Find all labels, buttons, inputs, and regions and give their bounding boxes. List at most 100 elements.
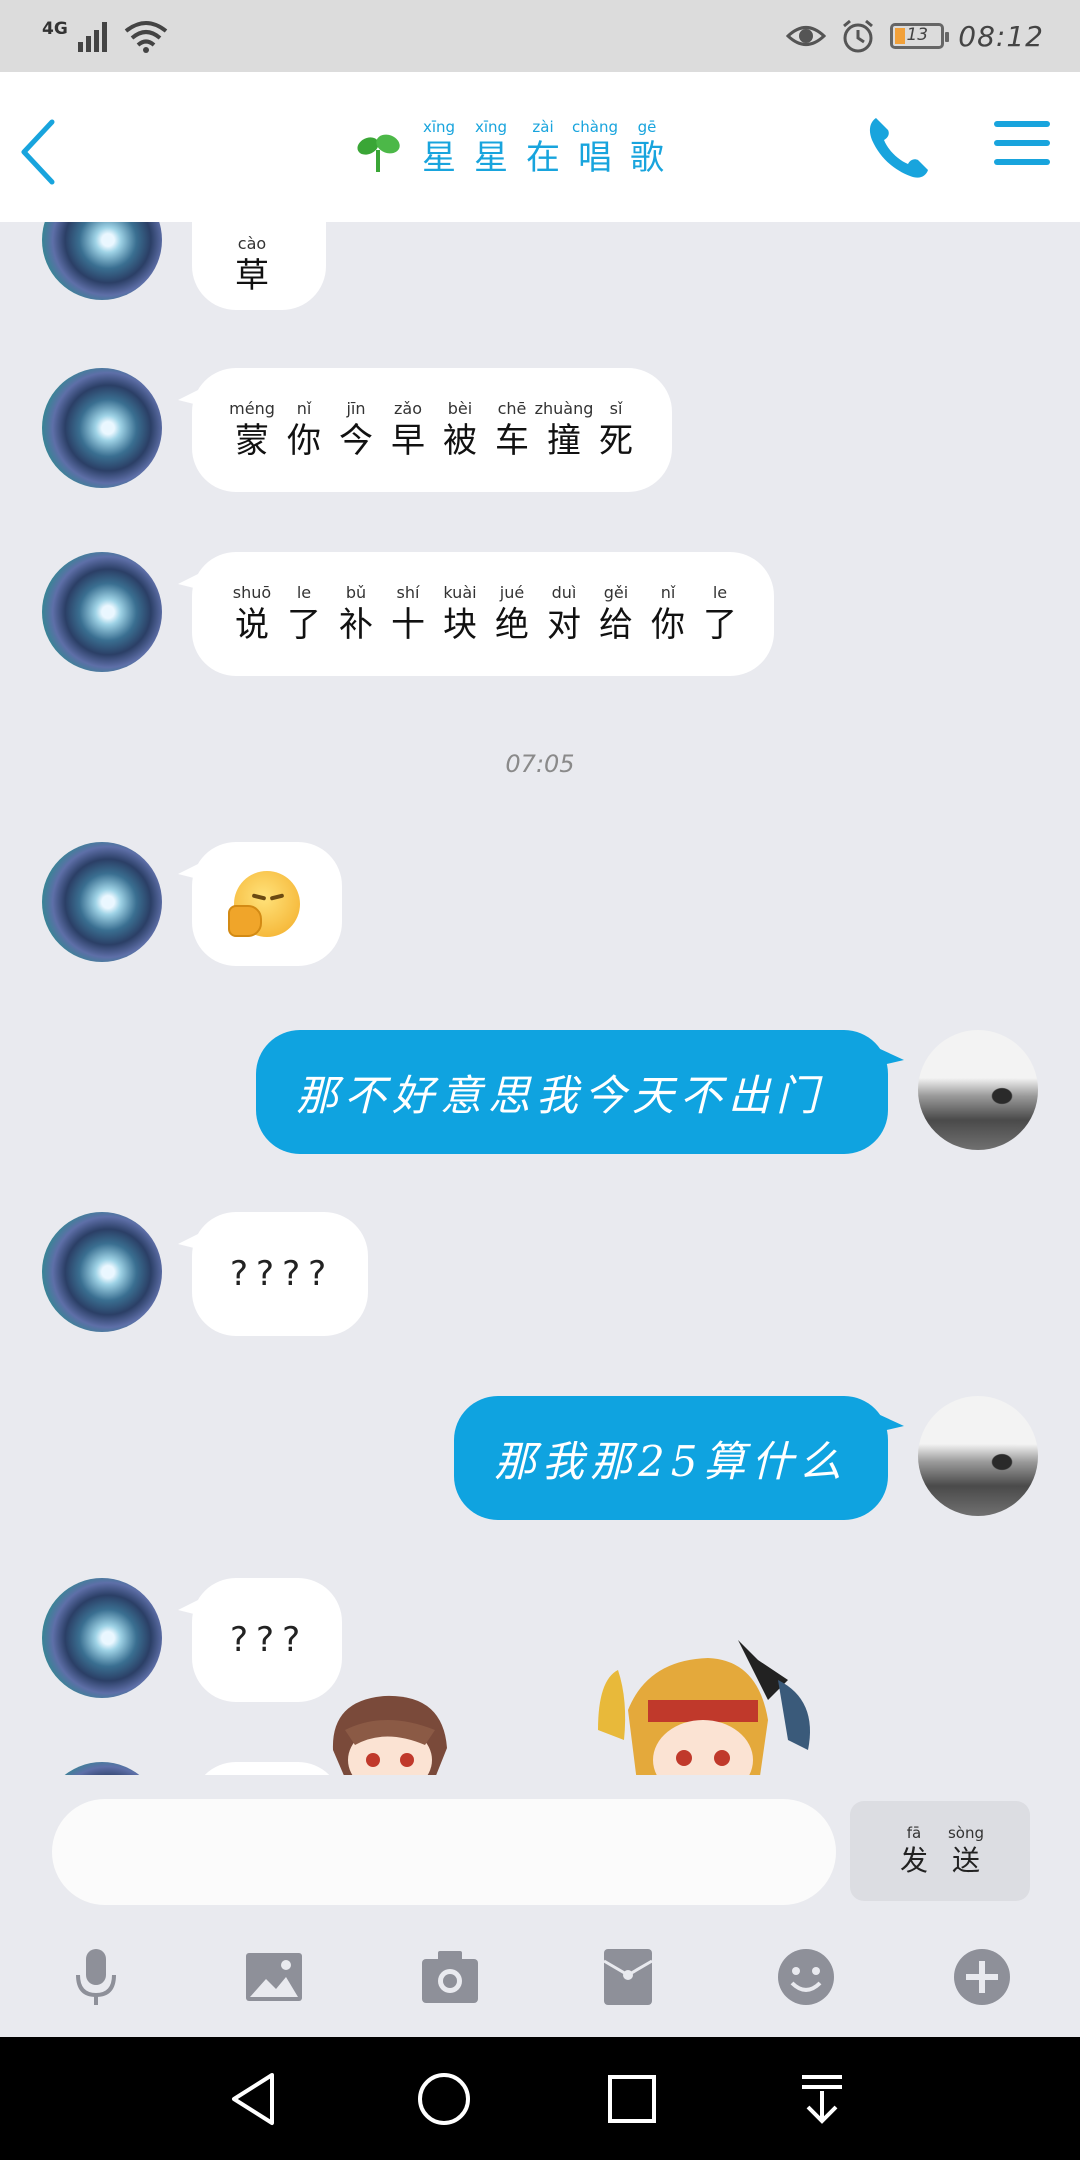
- message-bubble[interactable]: [178, 842, 342, 966]
- contact-avatar[interactable]: [42, 368, 162, 488]
- home-circle-icon[interactable]: [412, 2067, 476, 2131]
- pinyin: le: [712, 583, 728, 602]
- send-button-label: fā 发 sòng 送: [892, 1824, 988, 1878]
- hanzi: 星: [474, 138, 508, 178]
- pinyin: méng: [229, 399, 275, 418]
- hanzi: 蒙: [235, 421, 269, 461]
- hanzi: 块: [443, 605, 477, 645]
- contact-avatar[interactable]: [42, 842, 162, 962]
- pinyin: zǎo: [394, 399, 422, 418]
- ruby-char: gěi 给: [594, 583, 638, 645]
- notification-pull-icon[interactable]: [790, 2067, 854, 2131]
- ruby-char: kuài 块: [438, 583, 482, 645]
- image-icon[interactable]: [242, 1945, 306, 2009]
- pinyin: cào: [237, 234, 267, 253]
- contact-avatar[interactable]: [42, 552, 162, 672]
- pinyin: bǔ: [345, 583, 367, 602]
- camera-icon[interactable]: [418, 1945, 482, 2009]
- composer-toolbar: [0, 1915, 1080, 2037]
- message-input[interactable]: [52, 1799, 836, 1905]
- back-arrow-icon[interactable]: [12, 112, 72, 192]
- status-left: 4G: [42, 14, 168, 58]
- hanzi: 歌: [630, 138, 664, 178]
- message-text: méng 蒙 nǐ 你 jīn 今 zǎo 早 bèi 被 chē 车 zhuàng 撞 sǐ 死: [229, 399, 638, 461]
- message-bubble[interactable]: méng 蒙 nǐ 你 jīn 今 zǎo 早 bèi 被 chē 车 zhuàng 撞 sǐ 死: [178, 368, 672, 492]
- ruby-char: sòng 送: [944, 1824, 988, 1878]
- pinyin: duì: [551, 583, 577, 602]
- hanzi: 在: [526, 138, 560, 178]
- chat-header: xīng 星 xīng 星 zài 在 chàng 唱 gē 歌: [0, 72, 1080, 222]
- system-nav-bar: [0, 2037, 1080, 2160]
- hanzi: 发: [899, 1844, 928, 1877]
- status-right: 13 08:12: [786, 12, 1044, 60]
- ruby-char: jué 绝: [490, 583, 534, 645]
- plus-icon[interactable]: [950, 1945, 1014, 2009]
- red-packet-icon[interactable]: [596, 1945, 660, 2009]
- contact-avatar[interactable]: [42, 222, 162, 300]
- message-bubble[interactable]: ???: [178, 1578, 342, 1702]
- pinyin: zhuàng: [534, 399, 594, 418]
- contact-avatar[interactable]: [42, 1762, 162, 1775]
- status-bar: 4G 13 08:12: [0, 0, 1080, 72]
- my-avatar[interactable]: [918, 1030, 1038, 1150]
- emoji-icon[interactable]: [774, 1945, 838, 2009]
- pinyin: nǐ: [296, 399, 312, 418]
- sprout-icon: [357, 134, 400, 172]
- message-bubble[interactable]: shuō 说 le 了 bǔ 补 shí 十 kuài 块 jué 绝 duì 对 gěi 给 nǐ 你 le 了: [178, 552, 774, 676]
- ruby-char: xīng 星: [417, 118, 461, 178]
- menu-icon[interactable]: [994, 117, 1050, 169]
- ruby-char: zǎo 早: [386, 399, 430, 461]
- hanzi: 撞: [547, 421, 581, 461]
- hanzi: 十: [391, 605, 425, 645]
- message-list[interactable]: cào 草 méng 蒙 nǐ 你 jīn 今 zǎo 早 bèi 被 chē 车 zhuàng 撞 sǐ 死 …: [0, 222, 1080, 1775]
- microphone-icon[interactable]: [64, 1945, 128, 2009]
- message-text: shuō 说 le 了 bǔ 补 shí 十 kuài 块 jué 绝 duì 对 gěi 给 nǐ 你 le 了: [230, 583, 742, 645]
- pinyin: gē: [637, 118, 657, 136]
- ruby-char: méng 蒙: [229, 399, 275, 461]
- hanzi: 唱: [578, 138, 612, 178]
- battery-icon: 13: [890, 23, 950, 49]
- hanzi: 今: [339, 421, 373, 461]
- pinyin: sòng: [947, 1824, 985, 1842]
- message-bubble[interactable]: [192, 1762, 342, 1775]
- send-button[interactable]: fā 发 sòng 送: [850, 1801, 1030, 1901]
- ruby-char: nǐ 你: [646, 583, 690, 645]
- hanzi: 车: [495, 421, 529, 461]
- message-bubble[interactable]: cào 草: [192, 222, 326, 310]
- eye-icon: [786, 26, 827, 46]
- chat-title: xīng 星 xīng 星 zài 在 chàng 唱 gē 歌: [355, 118, 669, 178]
- network-type: 4G: [42, 19, 68, 39]
- contact-avatar[interactable]: [42, 1578, 162, 1698]
- hanzi: 说: [235, 605, 269, 645]
- timestamp: 07:05: [505, 750, 575, 778]
- composer: fā 发 sòng 送: [0, 1775, 1080, 1915]
- ruby-char: le 了: [698, 583, 742, 645]
- back-triangle-icon[interactable]: [222, 2067, 286, 2131]
- message-text: cào 草: [230, 234, 274, 296]
- pinyin: jué: [499, 583, 525, 602]
- message-bubble[interactable]: ????: [178, 1212, 368, 1336]
- message-bubble-outgoing[interactable]: 那我那25算什么: [454, 1396, 904, 1520]
- pinyin: le: [296, 583, 312, 602]
- contact-avatar[interactable]: [42, 1212, 162, 1332]
- pinyin: kuài: [443, 583, 477, 602]
- ruby-char: fā 发: [892, 1824, 936, 1878]
- recents-square-icon[interactable]: [600, 2067, 664, 2131]
- message-bubble-outgoing[interactable]: 那不好意思我今天不出门: [256, 1030, 904, 1154]
- ruby-char: chē 车: [490, 399, 534, 461]
- pinyin: zài: [532, 118, 554, 136]
- my-avatar[interactable]: [918, 1396, 1038, 1516]
- ruby-char: bǔ 补: [334, 583, 378, 645]
- message-text: ????: [230, 1254, 335, 1294]
- pinyin: nǐ: [660, 583, 676, 602]
- pinyin: chàng: [572, 118, 618, 136]
- ruby-char: duì 对: [542, 583, 586, 645]
- hanzi: 早: [391, 421, 425, 461]
- pinyin: shuō: [232, 583, 272, 602]
- hanzi: 你: [287, 421, 321, 461]
- alarm-icon: [843, 19, 874, 53]
- message-text: 那不好意思我今天不出门: [296, 1070, 825, 1120]
- phone-icon[interactable]: [864, 112, 934, 182]
- wifi-icon: [124, 21, 168, 53]
- boy-sticker-icon: [332, 1695, 447, 1778]
